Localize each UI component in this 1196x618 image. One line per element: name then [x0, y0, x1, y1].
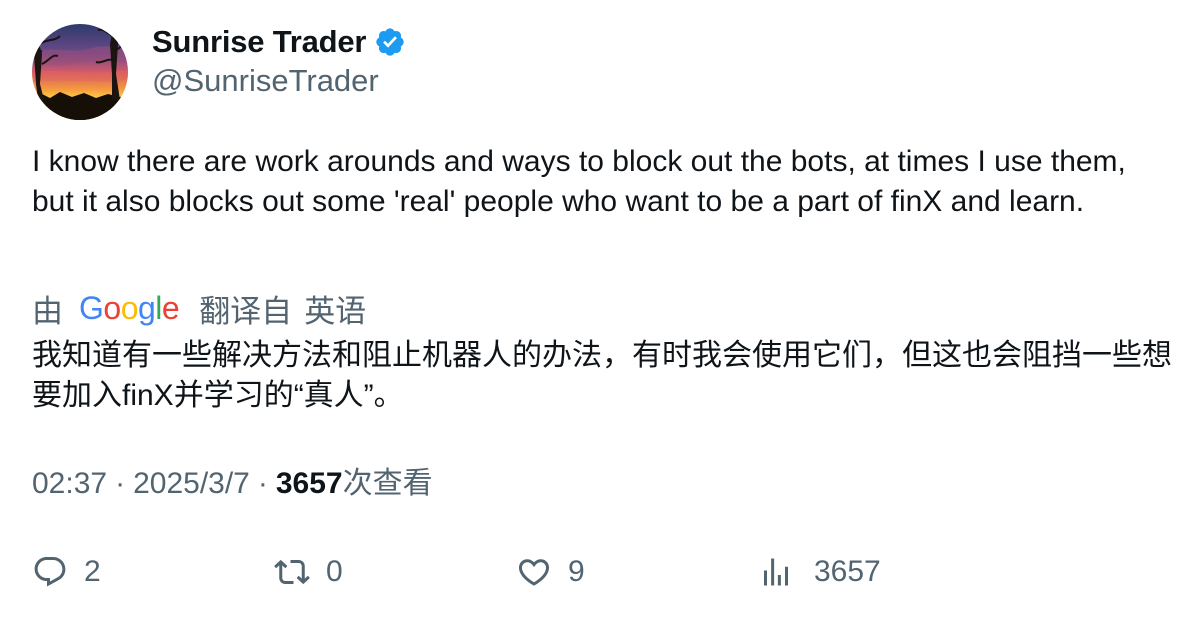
- google-logo: Google: [79, 289, 180, 326]
- reply-count: 2: [84, 555, 101, 588]
- retweet-button[interactable]: 0: [274, 550, 343, 594]
- views-count: 3657: [275, 467, 343, 500]
- meta-separator: ·: [257, 467, 268, 500]
- translation-by-label: 由: [32, 293, 63, 329]
- avatar[interactable]: [32, 24, 128, 120]
- retweet-icon: [274, 554, 310, 590]
- tweet-meta: 02:37 · 2025/3/7 · 3657 次查看: [32, 464, 433, 504]
- like-button[interactable]: 9: [516, 550, 585, 594]
- verified-badge-icon[interactable]: [374, 26, 406, 58]
- sunset-avatar-icon: [32, 24, 128, 120]
- views-action-count: 3657: [814, 555, 881, 588]
- views-label: 次查看: [342, 467, 433, 500]
- reply-button[interactable]: 2: [32, 550, 101, 594]
- tweet-time[interactable]: 02:37: [32, 464, 107, 504]
- handle[interactable]: @SunriseTrader: [152, 62, 406, 100]
- like-count: 9: [568, 555, 585, 588]
- views-button[interactable]: 3657: [758, 550, 881, 594]
- translated-text: 我知道有一些解决方法和阻止机器人的办法，有时我会使用它们，但这也会阻挡一些想要加…: [32, 339, 1172, 412]
- display-name-row: Sunrise Trader: [152, 22, 406, 62]
- tweet-card: Sunrise Trader @SunriseTrader I know the…: [0, 0, 1196, 618]
- action-bar: 2 0 9 3657: [32, 550, 1172, 594]
- author-block[interactable]: Sunrise Trader @SunriseTrader: [152, 22, 406, 100]
- source-language: 英语: [304, 293, 367, 329]
- tweet-date[interactable]: 2025/3/7: [133, 464, 250, 504]
- tweet-text: I know there are work arounds and ways t…: [32, 145, 1126, 218]
- heart-icon: [516, 554, 552, 590]
- translation-attribution: 由 Google 翻译自 英语: [32, 288, 367, 329]
- analytics-icon: [758, 554, 794, 590]
- display-name[interactable]: Sunrise Trader: [152, 24, 366, 60]
- translated-from-label: 翻译自: [199, 293, 293, 329]
- reply-icon: [32, 554, 68, 590]
- meta-separator: ·: [115, 467, 126, 500]
- retweet-count: 0: [326, 555, 343, 588]
